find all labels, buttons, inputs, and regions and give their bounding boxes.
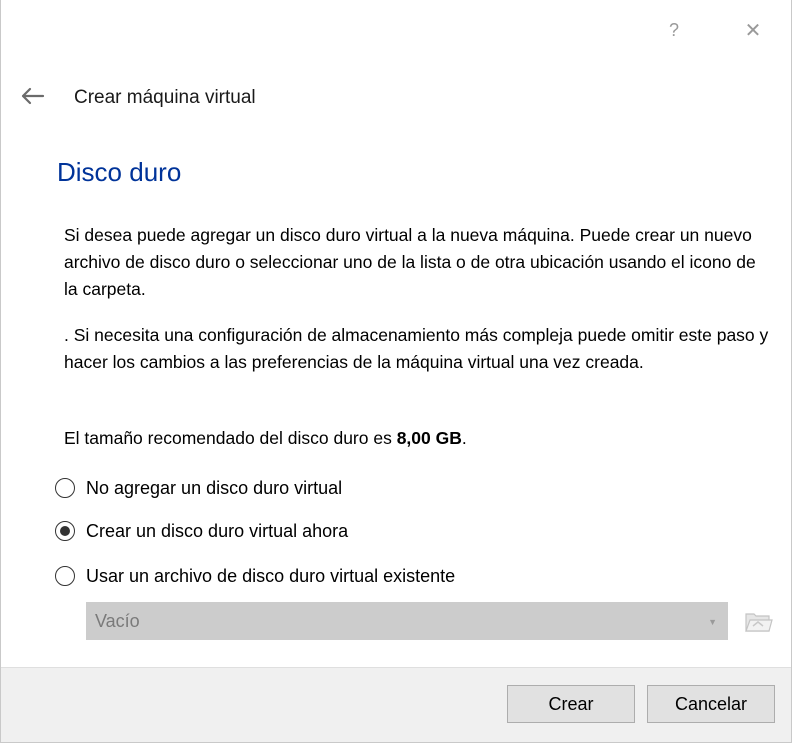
recommended-size-prefix: El tamaño recomendado del disco duro es [64, 428, 397, 448]
choose-disk-file-button[interactable] [741, 604, 775, 638]
radio-button-selected[interactable] [55, 521, 75, 541]
window-title: Crear máquina virtual [74, 87, 256, 108]
help-icon: ? [668, 19, 679, 40]
arrow-left-icon [21, 87, 45, 105]
radio-label: Crear un disco duro virtual ahora [86, 520, 349, 541]
radio-existing-disk[interactable]: Usar un archivo de disco duro virtual ex… [55, 563, 455, 589]
radio-button[interactable] [55, 566, 75, 586]
radio-create-disk[interactable]: Crear un disco duro virtual ahora [55, 518, 348, 544]
create-button[interactable]: Crear [507, 685, 635, 723]
recommended-size-text: El tamaño recomendado del disco duro es … [64, 425, 774, 452]
help-button[interactable]: ? [656, 14, 692, 46]
button-bar: Crear Cancelar [1, 667, 791, 742]
radio-dot [60, 526, 70, 536]
dialog-window: ? ✕ Crear máquina virtual Disco duro Si … [0, 0, 792, 743]
description-paragraph: Si desea puede agregar un disco duro vir… [64, 225, 756, 299]
recommended-size-suffix: . [461, 428, 467, 448]
page-title: Disco duro [57, 157, 182, 187]
radio-no-disk[interactable]: No agregar un disco duro virtual [55, 475, 342, 501]
chevron-down-icon: ▼ [708, 617, 717, 627]
close-icon: ✕ [744, 19, 762, 42]
close-button[interactable]: ✕ [735, 14, 771, 46]
folder-open-icon [745, 613, 773, 632]
radio-button[interactable] [55, 478, 75, 498]
disk-file-select-value: Vacío [95, 610, 140, 631]
advanced-note-paragraph: . Si necesita una configuración de almac… [64, 325, 769, 372]
recommended-size-value: 8,00 GB [396, 428, 462, 448]
back-button[interactable] [15, 82, 49, 110]
cancel-button[interactable]: Cancelar [647, 685, 775, 723]
radio-label: Usar un archivo de disco duro virtual ex… [86, 565, 456, 586]
disk-file-select[interactable]: Vacío ▼ [86, 602, 728, 640]
radio-label: No agregar un disco duro virtual [86, 477, 343, 498]
